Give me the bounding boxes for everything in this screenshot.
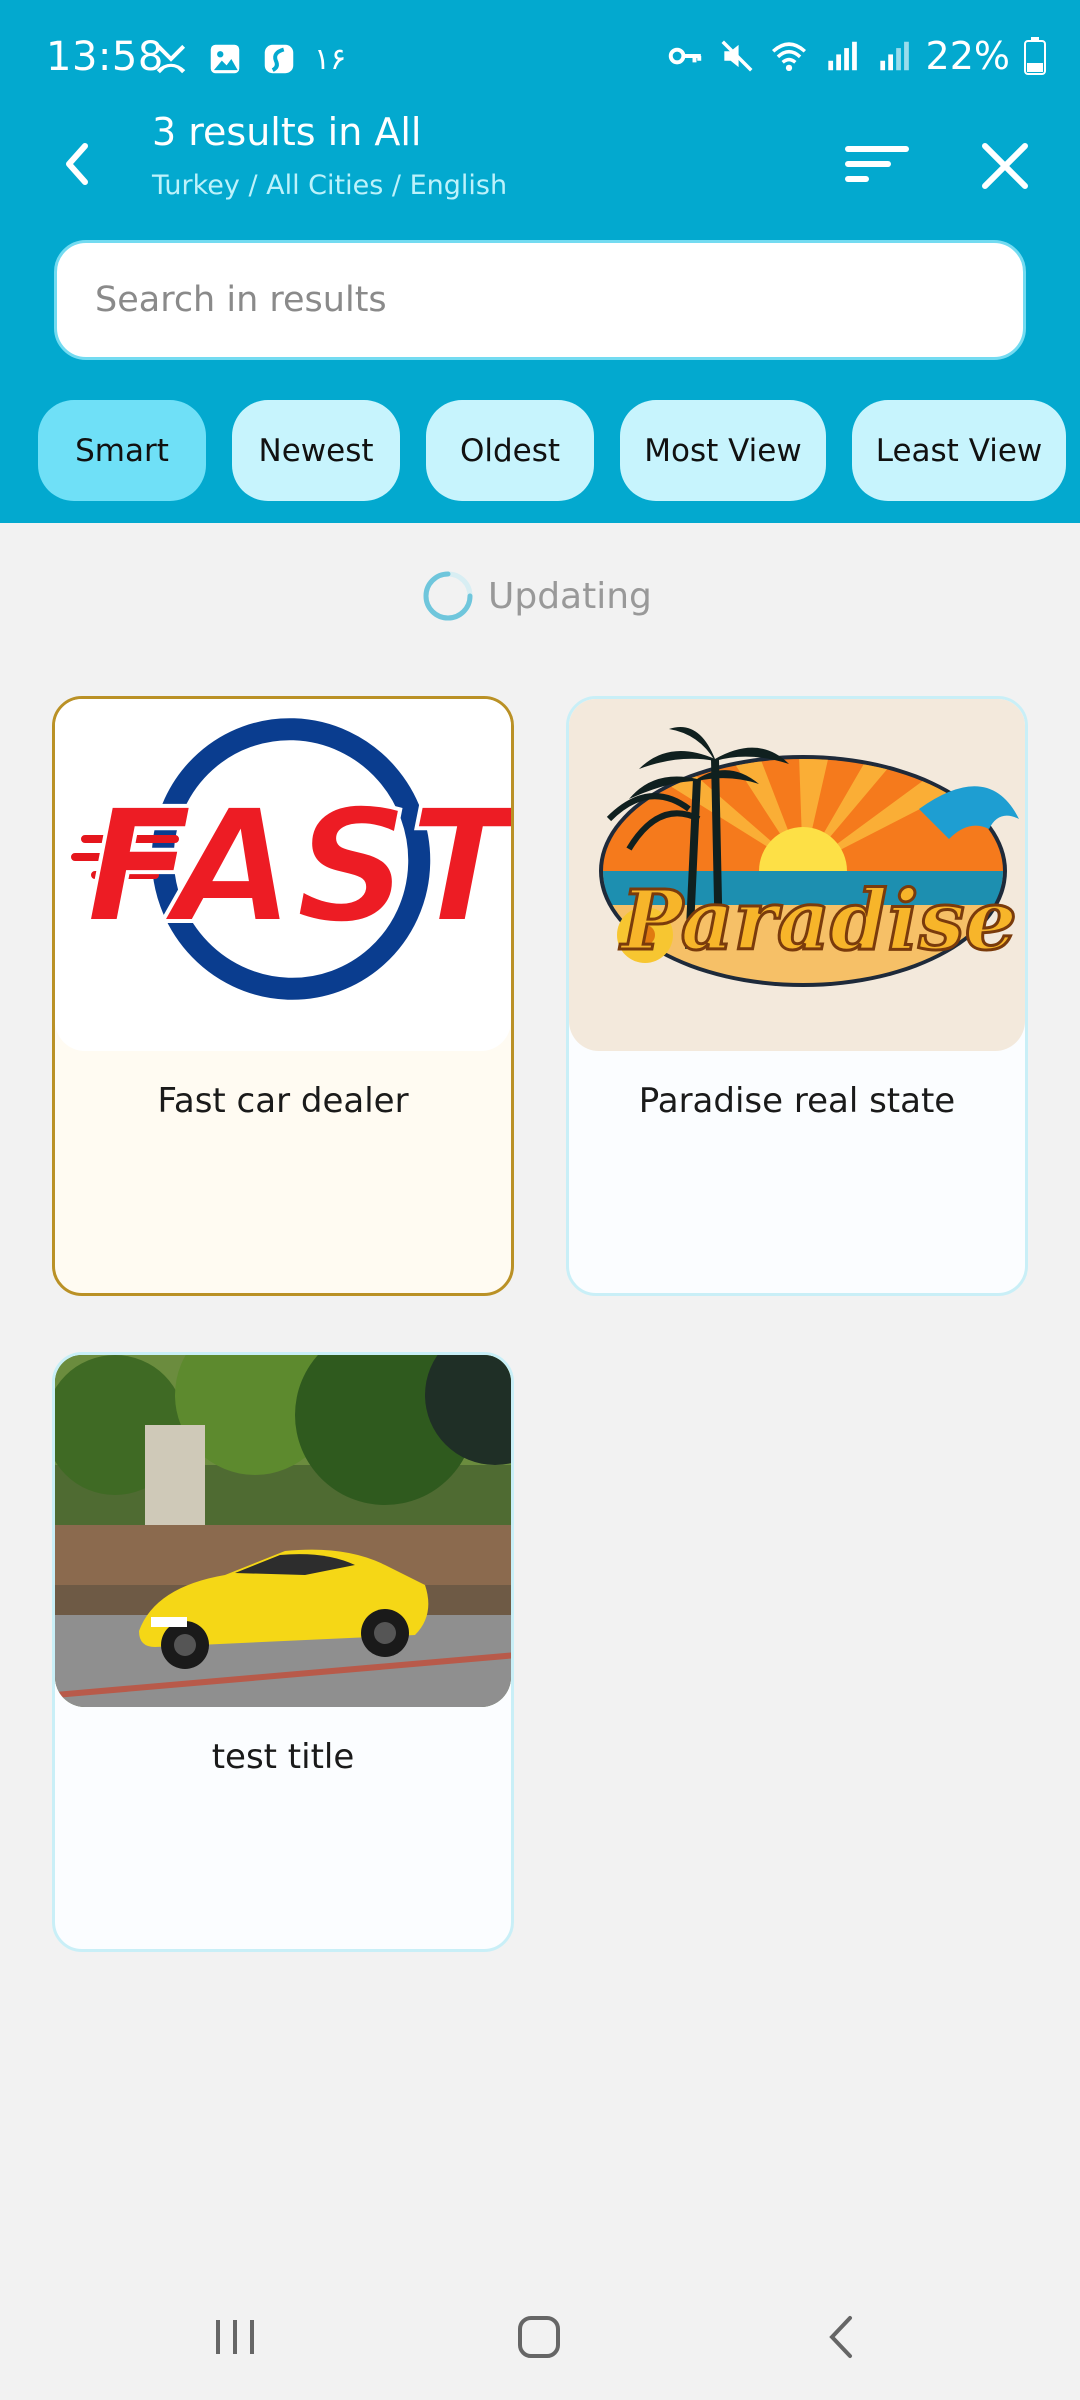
result-card-fast-car-dealer[interactable]: FAST Fast car dealer	[52, 696, 514, 1296]
close-button[interactable]	[979, 140, 1031, 192]
signal-icon-2	[879, 41, 909, 71]
search-box	[54, 240, 1026, 360]
battery-icon	[1024, 37, 1046, 75]
fast-logo: FAST	[71, 718, 511, 1000]
chip-oldest[interactable]: Oldest	[426, 400, 594, 501]
yellow-car-image	[55, 1355, 511, 1707]
card-title: Fast car dealer	[157, 1081, 409, 1121]
page-title: 3 results in All	[152, 110, 422, 154]
chip-newest[interactable]: Newest	[232, 400, 400, 501]
result-card-paradise-real-state[interactable]: Paradise Paradise real state	[566, 696, 1028, 1296]
app-notification-icon	[264, 44, 294, 74]
chip-most-view[interactable]: Most View	[620, 400, 826, 501]
result-card-test-title[interactable]: test title	[52, 1352, 514, 1952]
sort-button[interactable]	[845, 142, 909, 186]
back-button[interactable]	[52, 138, 100, 190]
home-icon	[518, 2316, 560, 2358]
recents-icon	[216, 2320, 254, 2354]
chip-smart[interactable]: Smart	[38, 400, 206, 501]
wifi-icon	[771, 42, 806, 72]
card-title: Paradise real state	[638, 1081, 956, 1121]
signal-icon-1	[827, 41, 857, 71]
status-time: 13:58	[46, 34, 164, 80]
spinner-icon	[423, 571, 473, 621]
fast-logo-image: FAST	[55, 699, 511, 1051]
recents-button[interactable]	[190, 2302, 280, 2372]
updating-label: Updating	[488, 575, 652, 617]
status-bar: 13:58 ١۶ 22%	[0, 0, 1080, 120]
system-nav-bar	[0, 2272, 1080, 2400]
paradise-logo-text: Paradise	[619, 873, 1017, 969]
paradise-logo-image: Paradise	[569, 699, 1025, 1051]
sort-icon	[845, 146, 909, 182]
vpn-key-icon	[668, 47, 701, 65]
chip-least-view[interactable]: Least View	[852, 400, 1066, 501]
back-icon	[829, 2316, 852, 2358]
paradise-logo: Paradise	[599, 727, 1019, 987]
battery-percent: 22%	[925, 34, 1010, 78]
gallery-icon	[210, 44, 240, 74]
mute-icon	[721, 40, 753, 72]
updating-indicator: Updating	[420, 568, 652, 624]
yellow-car-photo	[55, 1355, 511, 1707]
fast-logo-text: FAST	[85, 775, 511, 959]
title-block: 3 results in All Turkey / All Cities / E…	[152, 110, 507, 201]
breadcrumb[interactable]: Turkey / All Cities / English	[152, 170, 507, 201]
close-icon	[982, 143, 1028, 189]
nav-back-button[interactable]	[798, 2302, 888, 2372]
missed-call-icon	[156, 44, 186, 74]
notification-count: ١۶	[314, 41, 347, 77]
home-button[interactable]	[494, 2302, 584, 2372]
card-title: test title	[211, 1737, 355, 1777]
chevron-left-icon	[66, 143, 88, 185]
sort-chips: Smart Newest Oldest Most View Least View	[38, 400, 1080, 504]
search-input[interactable]	[57, 243, 1023, 357]
